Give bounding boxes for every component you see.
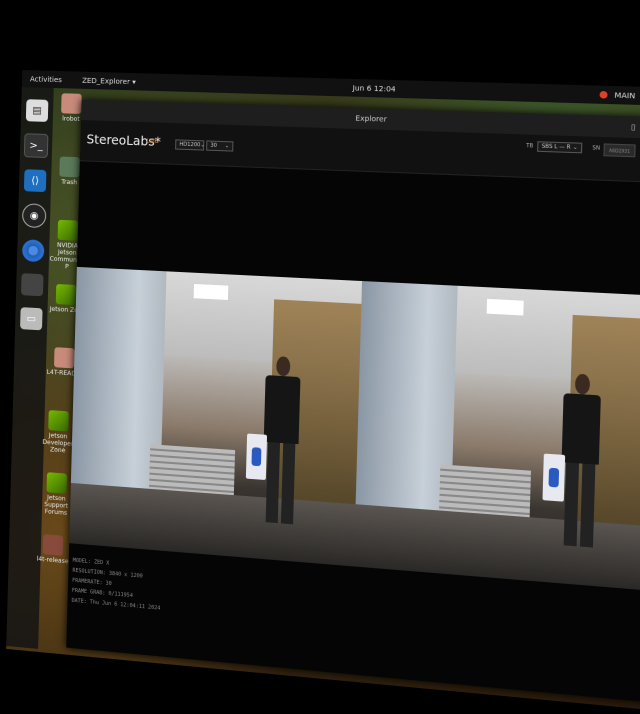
app-menu[interactable]: ZED_Explorer ▾ <box>82 76 136 86</box>
vscode-icon[interactable]: ⟨⟩ <box>23 169 47 193</box>
terminal-icon[interactable]: >_ <box>23 133 49 159</box>
minimize-icon[interactable]: ▯ <box>631 123 636 132</box>
chevron-down-icon: ⌄ <box>572 144 578 152</box>
window-title: Explorer <box>355 114 387 124</box>
live-badge: LIVE <box>146 138 158 145</box>
explorer-window: Explorer ▯ □ ✕ StereoLabs* LIVE HD1200 ⌄… <box>66 99 640 704</box>
desktop-icon-l4t-release[interactable]: l4t-release <box>33 533 74 565</box>
stereo-video <box>69 266 640 592</box>
nvidia-tray-icon[interactable] <box>599 90 608 99</box>
chevron-down-icon: ⌄ <box>224 143 230 150</box>
app-icon[interactable] <box>20 273 44 297</box>
drive-icon[interactable]: ▭ <box>20 307 43 331</box>
fps-select[interactable]: 30 ⌄ <box>206 140 234 152</box>
resolution-value: HD1200 <box>179 141 201 149</box>
desktop-icon-label: Jetson Developer Zone <box>42 432 74 455</box>
left-camera-view <box>69 266 363 567</box>
video-viewport: MODEL: ZED X RESOLUTION: 3840 x 1200 FRA… <box>66 161 640 704</box>
folder-icon <box>53 347 75 369</box>
tray-label: MAIN <box>614 90 636 100</box>
nvidia-icon <box>57 219 79 241</box>
view-mode-value: SBS L — R <box>541 143 571 151</box>
chevron-down-icon: ⌄ <box>200 142 205 149</box>
right-camera-view <box>353 281 640 592</box>
script-icon <box>42 534 64 556</box>
serial-field[interactable]: A6D2931 <box>603 143 636 158</box>
person-figure <box>559 373 602 557</box>
resolution-select[interactable]: HD1200 ⌄ <box>175 139 205 151</box>
nvidia-icon <box>55 283 77 306</box>
chromium-icon[interactable] <box>21 239 45 263</box>
files-icon[interactable]: ▤ <box>25 99 49 122</box>
nvidia-icon <box>46 472 68 494</box>
desktop-screen: Activities ZED_Explorer ▾ Jun 6 12:04 MA… <box>0 0 640 714</box>
trash-icon <box>59 156 80 178</box>
person-figure <box>261 356 301 534</box>
folder-icon <box>61 93 82 114</box>
system-tray[interactable]: MAIN ⛒ ⏻ <box>599 90 640 101</box>
window-controls: ▯ □ ✕ <box>631 122 640 133</box>
camera-info-overlay: MODEL: ZED X RESOLUTION: 3840 x 1200 FRA… <box>71 556 161 614</box>
view-mode-select[interactable]: SBS L — R ⌄ <box>537 141 583 154</box>
serial-label: SN <box>592 145 601 152</box>
nvidia-icon <box>48 410 69 432</box>
obs-icon[interactable]: ◉ <box>21 203 47 229</box>
desktop-icon-label: Jetson Support Forums <box>44 494 69 517</box>
view-mode-label: TB <box>525 142 534 150</box>
activities-button[interactable]: Activities <box>30 75 62 84</box>
desktop-icon-label: lrobot <box>62 115 80 123</box>
desktop-icon-label: Trash <box>61 178 78 187</box>
clock[interactable]: Jun 6 12:04 <box>352 84 395 94</box>
fps-value: 30 <box>210 142 218 149</box>
